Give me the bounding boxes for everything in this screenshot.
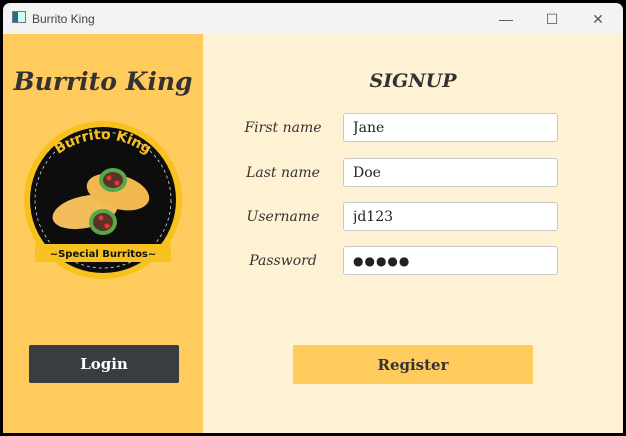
app-icon (12, 11, 26, 23)
maximize-button[interactable]: ☐ (529, 7, 575, 31)
last-name-label: Last name (246, 165, 320, 181)
username-label: Username (246, 209, 320, 225)
close-button[interactable]: ✕ (575, 7, 621, 31)
window-title: Burrito King (32, 12, 95, 26)
minimize-button[interactable]: — (483, 7, 529, 31)
brand-title: Burrito King (13, 67, 193, 96)
first-name-input[interactable] (343, 113, 558, 142)
sidebar: Burrito King Burrito King ~Special Burri… (3, 34, 203, 433)
burrito-king-logo: Burrito King ~Special Burritos~ (24, 121, 182, 279)
login-button[interactable]: Login (29, 345, 179, 383)
app-window: Burrito King — ☐ ✕ Burrito King Burrito … (3, 3, 623, 433)
register-button[interactable]: Register (293, 345, 533, 384)
svg-text:~Special Burritos~: ~Special Burritos~ (50, 249, 157, 260)
signup-title: SIGNUP (369, 70, 457, 92)
username-input[interactable] (343, 202, 558, 231)
first-name-label: First name (244, 120, 322, 136)
signup-panel: SIGNUP First name Last name Username Pas… (203, 34, 623, 433)
title-bar: Burrito King — ☐ ✕ (3, 3, 623, 34)
last-name-input[interactable] (343, 158, 558, 187)
password-label: Password (249, 253, 317, 269)
password-input[interactable] (343, 246, 558, 275)
